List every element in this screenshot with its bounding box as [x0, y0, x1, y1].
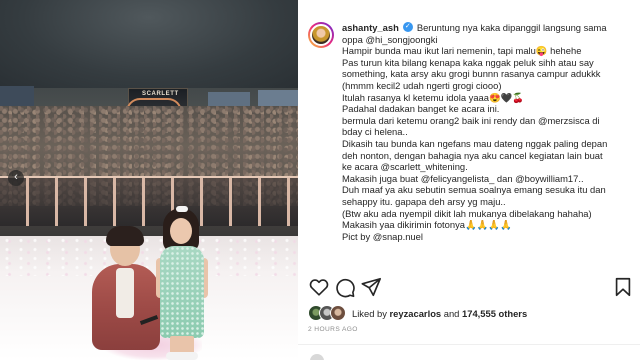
venue-screen-left	[0, 86, 34, 108]
liked-by-label: Liked by	[352, 307, 387, 319]
liker-avatar	[330, 305, 346, 321]
avatar[interactable]	[308, 22, 334, 48]
caption-line-4: something, kata arsy aku grogi bunnn ras…	[342, 68, 601, 80]
action-bar	[308, 276, 634, 298]
caption-line-7: Padahal dadakan banget ke acara ini.	[342, 103, 500, 115]
avatar-image	[310, 24, 332, 46]
caption-line-10: Dikasih tau bunda kan ngefans mau dateng…	[342, 137, 608, 149]
bookmark-icon[interactable]	[612, 276, 634, 298]
heart-icon[interactable]	[308, 276, 330, 298]
username-link[interactable]: ashanty_ash	[342, 22, 399, 34]
caption-line-9: bday ci helena..	[342, 126, 408, 138]
caption-line-15: sehappy itu. gapapa deh arsy yg maju..	[342, 195, 506, 207]
liked-user-link[interactable]: reyzacarlos	[390, 308, 442, 319]
verified-badge-icon: ✓	[402, 22, 413, 32]
caption-line-13: Makasih juga buat @felicyangelista_ dan …	[342, 172, 584, 184]
man-shirt	[116, 268, 134, 318]
caption-line-5: (hmmm kecil2 udah ngerti grogi ciooo)	[342, 79, 502, 91]
caption-line-11: deh nonton, dengan bahagia nya aku cance…	[342, 149, 603, 161]
caption-line-8: bermula dari ketemu orang2 baik ini rend…	[342, 114, 600, 126]
venue-ceiling	[0, 0, 298, 88]
caption-line-2: Hampir bunda mau ikut lari nemenin, tapi…	[342, 45, 582, 57]
divider	[298, 344, 640, 345]
dress-pattern	[160, 246, 204, 338]
caption-line-12: ke acara @scarlett_whitening.	[342, 161, 468, 173]
hair-bow	[176, 206, 188, 212]
stage-railing	[0, 176, 298, 226]
liked-and-label: and	[443, 307, 460, 319]
stage-sign: SCARLETT	[142, 91, 179, 97]
likes-count-link[interactable]: 174,555 others	[462, 308, 527, 319]
likes-summary[interactable]: Liked by reyzacarlos and 174,555 others	[308, 304, 527, 322]
caption-line-17: Makasih yaa dikirimin fotonya🙏🙏🙏🙏	[342, 219, 512, 231]
share-icon[interactable]	[360, 276, 382, 298]
caption-first-row: ashanty_ash ✓ Beruntung nya kaka dipangg…	[342, 22, 632, 34]
caption-line-16: (Btw aku ada nyempil dikit lah mukanya d…	[342, 207, 592, 219]
caption-line-18: Pict by @snap.nuel	[342, 230, 423, 242]
girl-shoes	[166, 352, 198, 360]
caption: ashanty_ash ✓ Beruntung nya kaka dipangg…	[342, 22, 632, 242]
caption-text-0: Beruntung nya kaka dipanggil langsung sa…	[416, 22, 607, 33]
chevron-left-icon[interactable]: ‹	[8, 170, 24, 186]
man-hair	[106, 226, 144, 246]
caption-line-14: Duh maaf ya aku sebutin semua soalnya em…	[342, 184, 606, 196]
caption-line-6: Itulah rasanya kl ketemu idola yaaa😍🖤🍒	[342, 91, 524, 103]
caption-line-3: Pas turun kita bilang kenapa kaka nggak …	[342, 56, 594, 68]
comment-avatar	[310, 354, 324, 360]
girl-face	[170, 218, 192, 244]
liker-avatars	[308, 305, 346, 321]
post-timestamp[interactable]: 2 HOURS AGO	[308, 326, 358, 333]
post-photo[interactable]: SCARLETT ‹	[0, 0, 298, 360]
caption-line-1: oppa @hi_songjoongki	[342, 33, 438, 45]
comment-icon[interactable]	[334, 276, 356, 298]
post-details-panel: ashanty_ash ✓ Beruntung nya kaka dipangg…	[298, 0, 640, 360]
